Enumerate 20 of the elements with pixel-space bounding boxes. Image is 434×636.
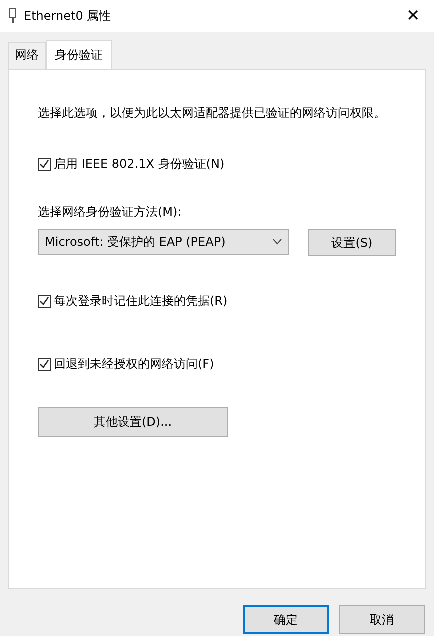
checkbox[interactable] bbox=[38, 158, 51, 170]
dropdown-value: Microsoft: 受保护的 EAP (PEAP) bbox=[45, 234, 226, 251]
method-label: 选择网络身份验证方法(M): bbox=[38, 204, 183, 221]
description-text: 选择此选项，以便为此以太网适配器提供已验证的网络访问权限。 bbox=[38, 105, 387, 122]
additional-settings-button[interactable]: 其他设置(D)... bbox=[38, 407, 228, 437]
close-button[interactable]: ✕ bbox=[400, 4, 426, 28]
chevron-down-icon bbox=[273, 239, 282, 245]
tab[interactable]: 身份验证 bbox=[46, 40, 112, 69]
checkbox-label[interactable]: 每次登录时记住此连接的凭据(R) bbox=[54, 292, 228, 310]
tab[interactable]: 网络 bbox=[8, 42, 46, 69]
network-adapter-icon bbox=[8, 8, 18, 24]
checkbox-label[interactable]: 启用 IEEE 802.1X 身份验证(N) bbox=[54, 155, 225, 173]
method-dropdown[interactable]: Microsoft: 受保护的 EAP (PEAP) bbox=[38, 229, 290, 255]
checkbox[interactable] bbox=[38, 294, 51, 308]
checkbox[interactable] bbox=[38, 358, 51, 370]
window-title: Ethernet0 属性 bbox=[24, 8, 112, 25]
dialog-button[interactable]: 确定 bbox=[243, 605, 329, 634]
checkbox-label[interactable]: 回退到未经授权的网络访问(F) bbox=[54, 355, 214, 373]
dialog-button[interactable]: 取消 bbox=[339, 605, 425, 634]
settings-button[interactable]: 设置(S) bbox=[308, 229, 396, 256]
